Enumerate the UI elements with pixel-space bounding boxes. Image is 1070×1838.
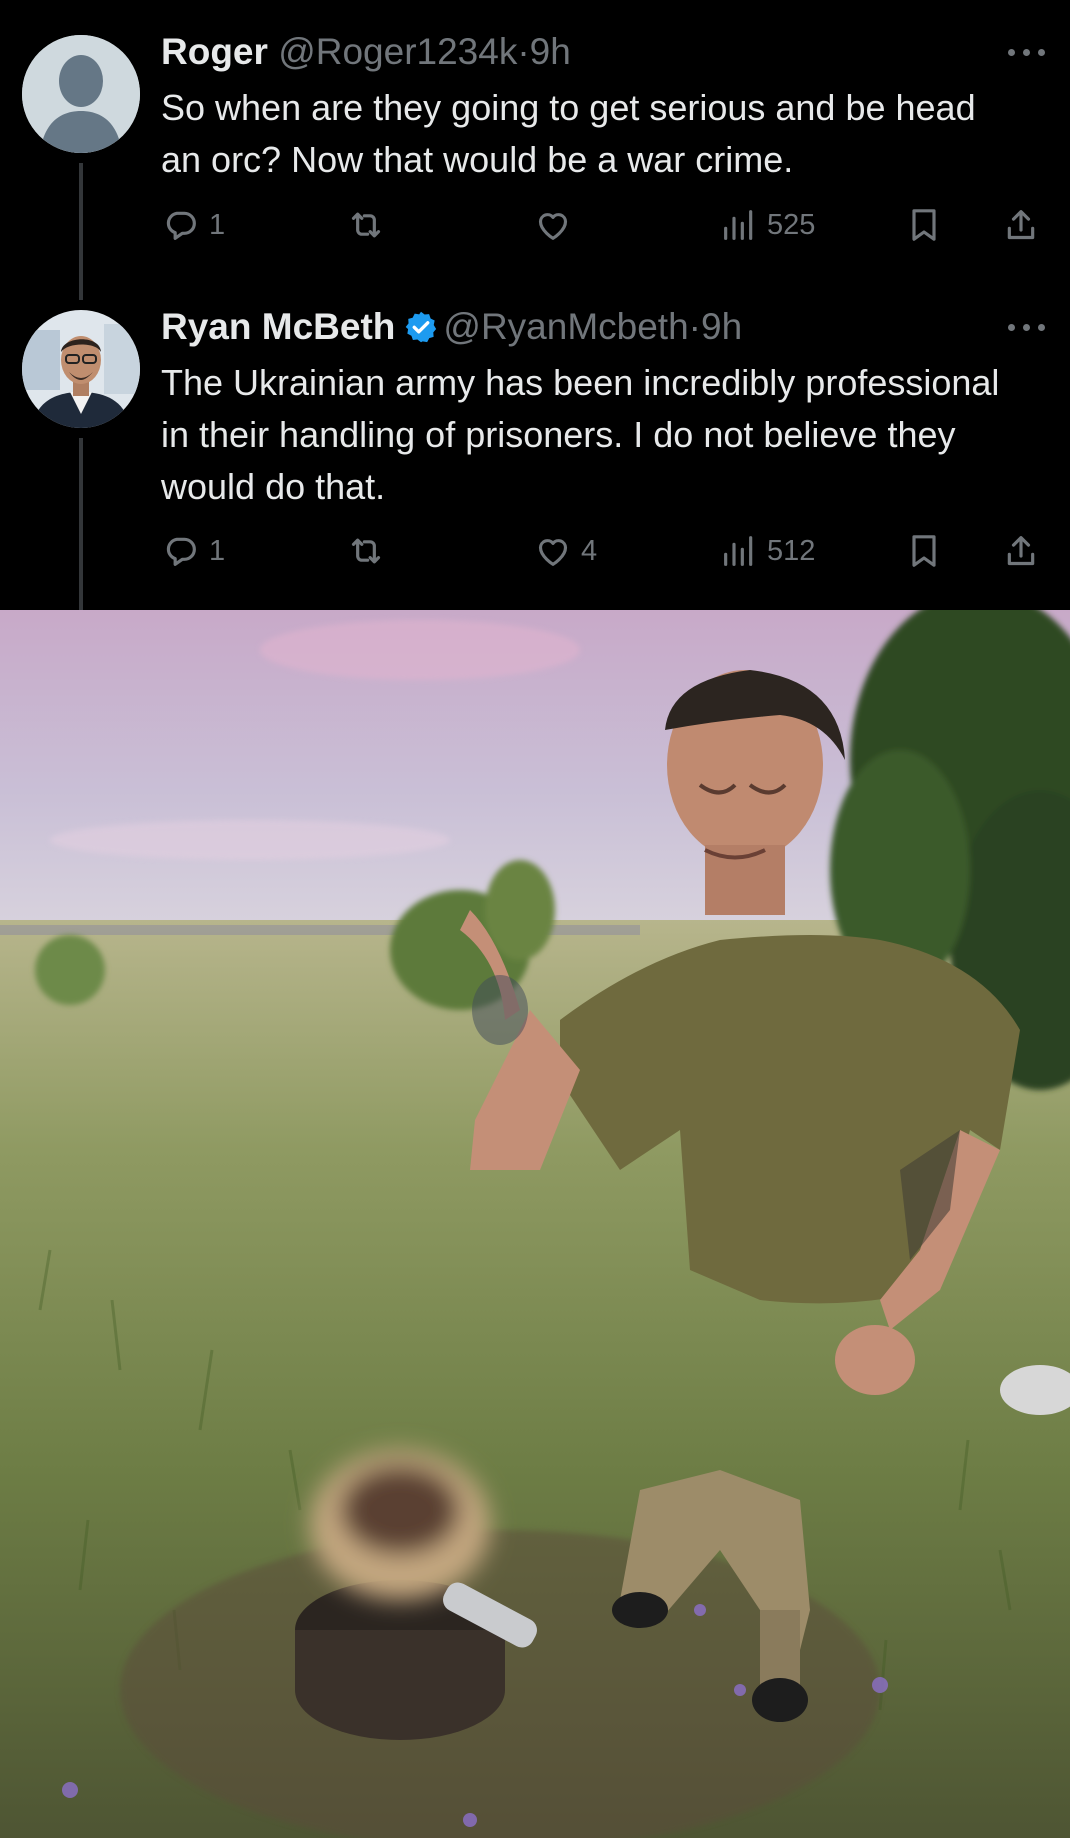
display-name[interactable]: Roger <box>161 31 268 72</box>
bookmark-icon <box>912 209 936 241</box>
tweet-ryan-mcbeth[interactable]: Ryan McBeth @RyanMcbeth·9h The Ukrainian … <box>0 305 1070 610</box>
verified-badge-icon <box>406 311 437 343</box>
separator-dot: · <box>517 31 530 72</box>
user-handle[interactable]: @RyanMcbeth <box>443 306 688 347</box>
thread-line <box>79 163 83 300</box>
retweet-button[interactable] <box>346 203 386 247</box>
reply-icon <box>166 537 196 566</box>
reply-icon <box>166 211 196 240</box>
timestamp[interactable]: 9h <box>701 306 742 347</box>
reply-button[interactable]: 1 <box>161 529 225 573</box>
profile-photo <box>22 310 140 428</box>
like-button[interactable] <box>533 203 573 247</box>
retweet-icon <box>351 538 381 564</box>
like-button[interactable]: 4 <box>533 529 597 573</box>
tweet-header: Ryan McBeth @RyanMcbeth·9h <box>161 305 742 349</box>
display-name[interactable]: Ryan McBeth <box>161 306 395 347</box>
tweet-roger[interactable]: Roger @Roger1234k·9h So when are they go… <box>0 0 1070 305</box>
reply-count: 1 <box>209 534 226 567</box>
views-icon <box>724 536 753 566</box>
like-icon <box>538 539 568 566</box>
retweet-button[interactable] <box>346 529 386 573</box>
views-button[interactable]: 525 <box>719 203 815 247</box>
share-icon <box>1007 210 1035 240</box>
bookmark-icon <box>912 535 936 567</box>
tweet-actions: 1 4 512 <box>161 529 1041 573</box>
avatar-ryan-mcbeth[interactable] <box>22 310 140 428</box>
attached-photo[interactable] <box>0 610 1070 1838</box>
share-button[interactable] <box>1001 529 1041 573</box>
avatar-roger[interactable] <box>22 35 140 153</box>
more-icon[interactable] <box>1008 47 1046 57</box>
bookmark-button[interactable] <box>904 203 944 247</box>
separator-dot: · <box>688 306 701 347</box>
views-count: 512 <box>767 534 816 567</box>
default-avatar-icon <box>22 35 140 153</box>
views-button[interactable]: 512 <box>719 529 815 573</box>
reply-count: 1 <box>209 208 226 241</box>
field-scene-image <box>0 610 1070 1838</box>
tweet-text: The Ukrainian army has been incredibly p… <box>161 362 1000 507</box>
like-count: 4 <box>581 534 598 567</box>
thread-line <box>79 438 83 610</box>
share-icon <box>1007 536 1035 566</box>
user-handle[interactable]: @Roger1234k <box>278 31 517 72</box>
like-icon <box>538 213 568 240</box>
tweet-header: Roger @Roger1234k·9h <box>161 30 571 74</box>
retweet-icon <box>351 212 381 238</box>
more-icon[interactable] <box>1008 322 1046 332</box>
tweet-actions: 1 525 <box>161 203 1041 247</box>
timestamp[interactable]: 9h <box>530 31 571 72</box>
tweet-text: So when are they going to get serious an… <box>161 87 976 180</box>
reply-button[interactable]: 1 <box>161 203 225 247</box>
views-count: 525 <box>767 208 816 241</box>
bookmark-button[interactable] <box>904 529 944 573</box>
share-button[interactable] <box>1001 203 1041 247</box>
views-icon <box>724 210 753 240</box>
